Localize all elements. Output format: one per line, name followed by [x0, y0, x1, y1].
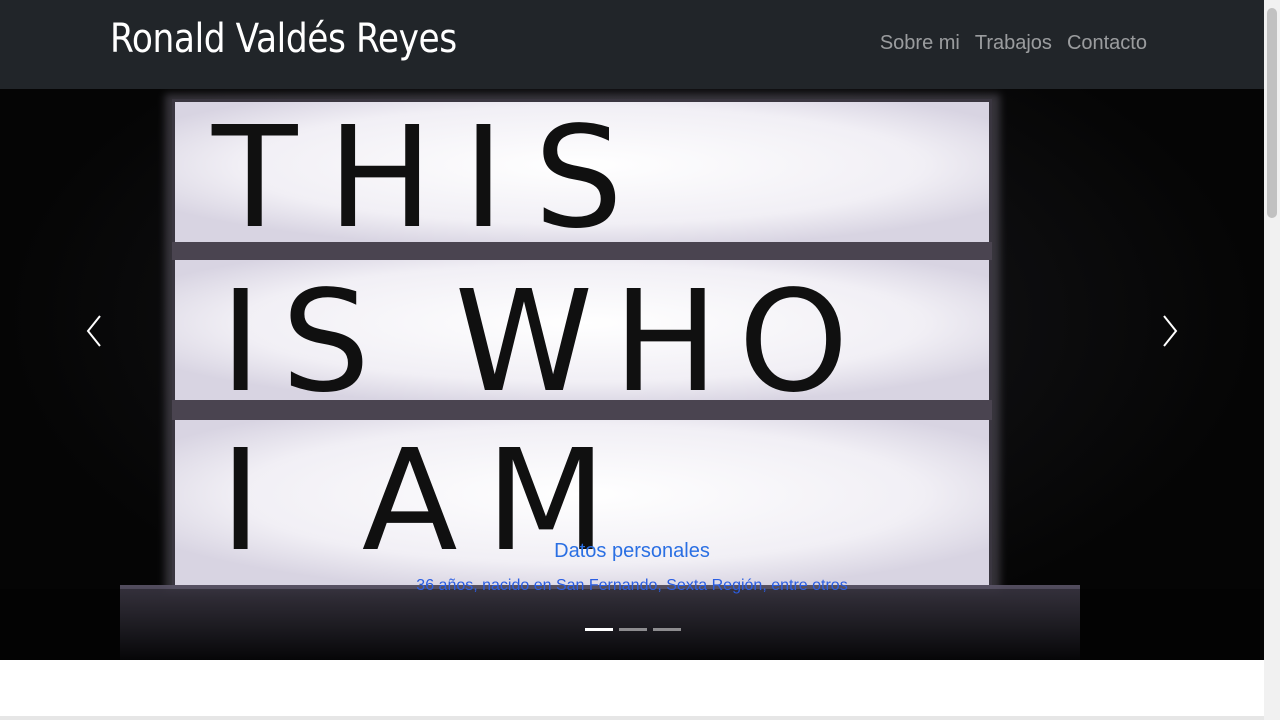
horizontal-divider	[0, 716, 1264, 720]
carousel-caption-title: Datos personales	[554, 540, 710, 562]
nav-link-contacto[interactable]: Contacto	[1067, 32, 1147, 55]
carousel-caption-text: 36 años, nacido en San Fernando, Sexta R…	[416, 577, 848, 594]
navbar: Ronald Valdés Reyes Sobre mi Trabajos Co…	[0, 0, 1264, 89]
nav-links: Sobre mi Trabajos Contacto	[880, 32, 1147, 55]
vertical-scrollbar[interactable]	[1264, 0, 1280, 720]
chevron-left-icon[interactable]	[75, 311, 115, 351]
hero-carousel: THIS IS WHO I AM Datos personales 36 año…	[0, 89, 1264, 660]
carousel-indicators	[585, 628, 681, 631]
sign-text-line-2: IS WHO	[220, 261, 869, 424]
lightbox-sign-image: THIS IS WHO I AM	[0, 94, 1264, 660]
chevron-right-icon[interactable]	[1149, 311, 1189, 351]
nav-link-sobre-mi[interactable]: Sobre mi	[880, 32, 960, 55]
carousel-indicator-1[interactable]	[585, 628, 613, 631]
sign-text-line-1: THIS	[211, 97, 653, 260]
site-brand[interactable]: Ronald Valdés Reyes	[110, 16, 457, 62]
carousel-indicator-2[interactable]	[619, 628, 647, 631]
nav-link-trabajos[interactable]: Trabajos	[975, 32, 1052, 55]
scrollbar-thumb[interactable]	[1267, 8, 1277, 218]
carousel-indicator-3[interactable]	[653, 628, 681, 631]
